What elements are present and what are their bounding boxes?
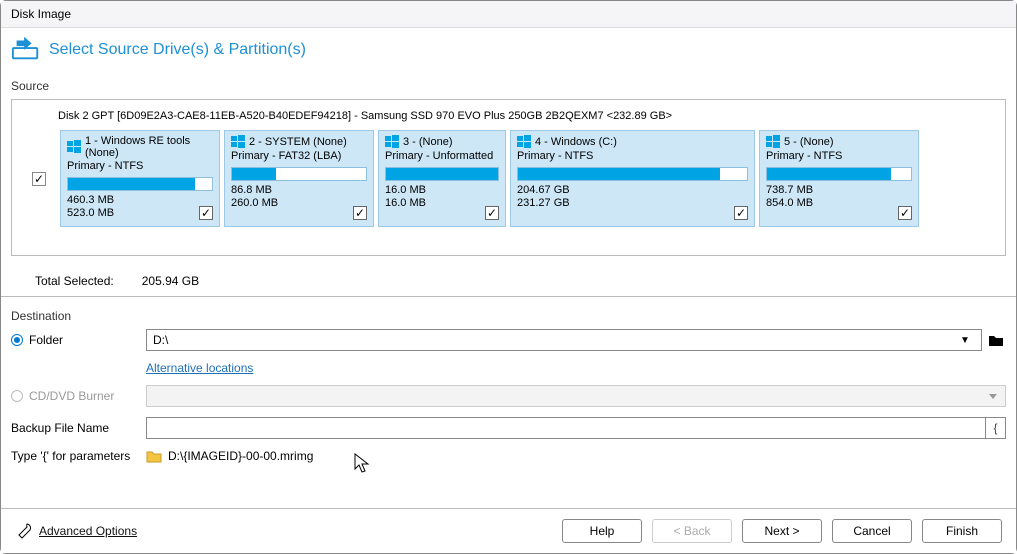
disk-header: Disk 2 GPT [6D09E2A3-CAE8-11EB-A520-B40E… — [58, 110, 995, 122]
windows-icon — [385, 135, 399, 149]
windows-icon — [766, 135, 780, 149]
partition-total: 16.0 MB — [385, 197, 499, 210]
burner-dropdown[interactable] — [146, 385, 1006, 407]
windows-icon — [231, 135, 245, 149]
partition-used: 204.67 GB — [517, 184, 748, 197]
page-title: Select Source Drive(s) & Partition(s) — [49, 41, 306, 59]
windows-icon — [517, 135, 531, 149]
partition-type: Primary - FAT32 (LBA) — [231, 150, 367, 162]
alternative-locations-link[interactable]: Alternative locations — [146, 361, 253, 375]
next-button[interactable]: Next > — [742, 519, 822, 543]
partition-type: Primary - NTFS — [517, 150, 748, 162]
window-title: Disk Image — [11, 7, 71, 21]
partition-card-1[interactable]: 1 - Windows RE tools (None) Primary - NT… — [60, 130, 220, 227]
burner-radio-label: CD/DVD Burner — [29, 389, 114, 403]
partition-checkbox[interactable]: ✓ — [485, 206, 499, 220]
parameters-hint: Type '{' for parameters — [11, 449, 146, 463]
back-button: < Back — [652, 519, 732, 543]
partition-total: 231.27 GB — [517, 197, 748, 210]
total-selected-label: Total Selected: — [35, 274, 114, 288]
source-label: Source — [11, 79, 1006, 93]
browse-folder-icon[interactable] — [986, 329, 1006, 351]
partition-title: 3 - (None) — [403, 136, 453, 148]
partition-type: Primary - NTFS — [766, 150, 912, 162]
partition-card-3[interactable]: 3 - (None) Primary - Unformatted 16.0 MB… — [378, 130, 506, 227]
partition-title: 1 - Windows RE tools (None) — [85, 135, 213, 159]
partition-checkbox[interactable]: ✓ — [734, 206, 748, 220]
cancel-button[interactable]: Cancel — [832, 519, 912, 543]
folder-dropdown-icon[interactable]: ▼ — [955, 329, 975, 351]
cursor-icon — [354, 453, 370, 478]
partition-card-5[interactable]: 5 - (None) Primary - NTFS 738.7 MB854.0 … — [759, 130, 919, 227]
usage-bar — [517, 167, 748, 181]
partition-title: 4 - Windows (C:) — [535, 136, 617, 148]
footer: Advanced Options Help < Back Next > Canc… — [1, 508, 1016, 553]
partition-used: 86.8 MB — [231, 184, 367, 197]
advanced-options-link[interactable]: Advanced Options — [15, 522, 137, 540]
divider — [1, 296, 1016, 297]
partition-type: Primary - Unformatted — [385, 150, 499, 162]
windows-icon — [67, 140, 81, 154]
partition-checkbox[interactable]: ✓ — [898, 206, 912, 220]
radio-off-icon — [11, 390, 23, 402]
folder-input[interactable]: D:\ — [153, 333, 955, 347]
disk-image-icon — [11, 34, 41, 65]
partition-used: 16.0 MB — [385, 184, 499, 197]
burner-radio[interactable]: CD/DVD Burner — [11, 389, 146, 403]
partition-card-4[interactable]: 4 - Windows (C:) Primary - NTFS 204.67 G… — [510, 130, 755, 227]
partition-type: Primary - NTFS — [67, 160, 213, 172]
radio-on-icon — [11, 334, 23, 346]
partition-used: 738.7 MB — [766, 184, 912, 197]
backup-file-name-input[interactable] — [146, 417, 986, 439]
folder-icon — [146, 449, 162, 463]
partition-used: 460.3 MB — [67, 194, 213, 207]
partition-total: 523.0 MB — [67, 207, 213, 220]
usage-bar — [67, 177, 213, 191]
window-titlebar: Disk Image — [1, 1, 1016, 28]
help-button[interactable]: Help — [562, 519, 642, 543]
partition-title: 5 - (None) — [784, 136, 834, 148]
total-selected-value: 205.94 GB — [142, 274, 199, 288]
advanced-options-label: Advanced Options — [39, 524, 137, 538]
source-box: Disk 2 GPT [6D09E2A3-CAE8-11EB-A520-B40E… — [11, 99, 1006, 256]
partition-checkbox[interactable]: ✓ — [199, 206, 213, 220]
folder-radio[interactable]: Folder — [11, 333, 146, 347]
partition-title: 2 - SYSTEM (None) — [249, 136, 347, 148]
backup-file-name-label: Backup File Name — [11, 421, 146, 435]
usage-bar — [385, 167, 499, 181]
folder-radio-label: Folder — [29, 333, 63, 347]
disk-checkbox[interactable]: ✓ — [32, 172, 46, 186]
partition-total: 854.0 MB — [766, 197, 912, 210]
parameters-button[interactable]: { — [986, 417, 1006, 439]
partition-checkbox[interactable]: ✓ — [353, 206, 367, 220]
wrench-icon — [15, 522, 33, 540]
partition-card-2[interactable]: 2 - SYSTEM (None) Primary - FAT32 (LBA) … — [224, 130, 374, 227]
usage-bar — [766, 167, 912, 181]
usage-bar — [231, 167, 367, 181]
finish-button[interactable]: Finish — [922, 519, 1002, 543]
destination-label: Destination — [11, 309, 1006, 323]
backup-path-preview: D:\{IMAGEID}-00-00.mrimg — [168, 449, 313, 463]
partition-total: 260.0 MB — [231, 197, 367, 210]
total-selected-row: Total Selected: 205.94 GB — [35, 274, 1006, 288]
page-header: Select Source Drive(s) & Partition(s) — [11, 34, 1006, 65]
